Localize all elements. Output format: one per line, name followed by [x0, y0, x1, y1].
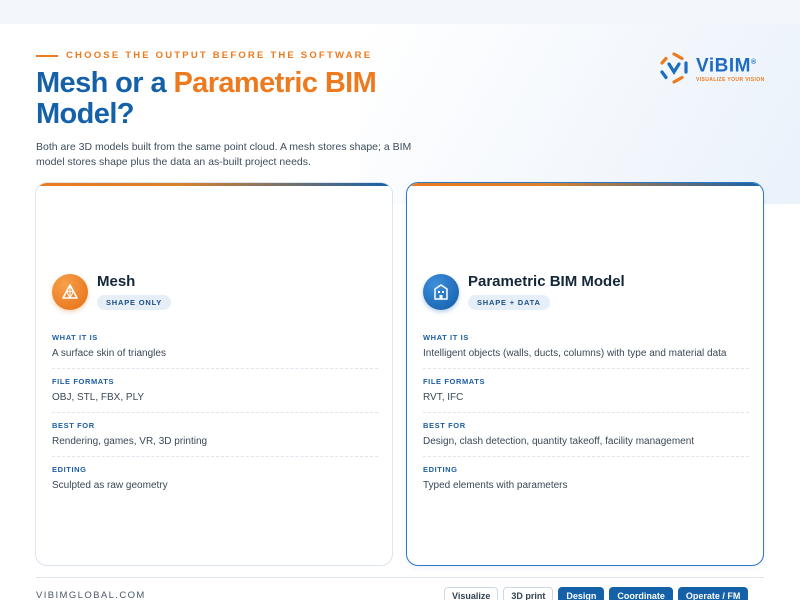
detail-value: OBJ, STL, FBX, PLY — [52, 392, 145, 403]
stage-tags: Visualize 3D print Design Coordinate Ope… — [444, 587, 749, 600]
detail-label: BEST FOR — [423, 421, 466, 430]
stage-tag-coordinate: Coordinate — [609, 587, 673, 600]
mesh-card-header: Mesh SHAPE ONLY — [52, 273, 172, 310]
title-part-mesh: Mesh or a — [36, 67, 174, 99]
stage-tag-design: Design — [558, 587, 605, 600]
detail-row: BEST FOR Rendering, games, VR, 3D printi… — [52, 413, 378, 457]
stage-tag-visualize: Visualize — [444, 587, 499, 600]
detail-label: WHAT IT IS — [52, 333, 98, 342]
vibim-hexagon-logo-icon — [660, 52, 688, 84]
bim-card: Parametric BIM Model SHAPE + DATA WHAT I… — [406, 182, 764, 566]
detail-label: BEST FOR — [52, 421, 95, 430]
detail-value: Sculpted as raw geometry — [52, 480, 168, 491]
logo-tagline: VISUALIZE YOUR VISION — [696, 76, 765, 83]
intro-text: Both are 3D models built from the same p… — [36, 141, 412, 168]
title-part-model: Model? — [36, 98, 134, 130]
logo-registered-mark: ® — [750, 59, 757, 67]
detail-label: FILE FORMATS — [52, 377, 115, 386]
mesh-card: Mesh SHAPE ONLY WHAT IT IS A surface ski… — [35, 182, 393, 566]
detail-value: Rendering, games, VR, 3D printing — [52, 436, 208, 447]
detail-label: EDITING — [423, 465, 458, 474]
detail-label: FILE FORMATS — [423, 377, 486, 386]
logo: ViBIM® VISUALIZE YOUR VISION — [656, 50, 765, 86]
logo-wordmark: ViBIM® — [696, 53, 765, 76]
detail-label: WHAT IT IS — [423, 333, 469, 342]
detail-value: Design, clash detection, quantity takeof… — [423, 436, 695, 447]
stage-tag-operate-fm: Operate / FM — [677, 587, 749, 600]
detail-row: FILE FORMATS OBJ, STL, FBX, PLY — [52, 369, 378, 413]
bim-badge: SHAPE + DATA — [468, 295, 550, 310]
detail-row: BEST FOR Design, clash detection, quanti… — [423, 413, 749, 457]
kicker-line — [36, 54, 58, 57]
footer-divider — [36, 577, 764, 578]
page-title: Mesh or a Parametric BIM Model? — [36, 68, 456, 130]
bim-card-header: Parametric BIM Model SHAPE + DATA — [423, 273, 625, 310]
footer-brand: VIBIMGLOBAL.COM — [36, 590, 146, 600]
kicker-text: CHOOSE THE OUTPUT BEFORE THE SOFTWARE — [66, 50, 373, 61]
card-accent-bar — [407, 183, 763, 186]
detail-value: Intelligent objects (walls, ducts, colum… — [423, 348, 727, 359]
detail-row: FILE FORMATS RVT, IFC — [423, 369, 749, 413]
bim-card-title: Parametric BIM Model — [468, 273, 625, 290]
detail-label: EDITING — [52, 465, 87, 474]
card-accent-bar — [36, 183, 392, 186]
title-part-bim: Parametric BIM — [173, 67, 377, 99]
mesh-triangle-icon — [52, 273, 88, 310]
detail-value: A surface skin of triangles — [52, 348, 166, 359]
kicker: CHOOSE THE OUTPUT BEFORE THE SOFTWARE — [36, 50, 372, 61]
detail-row: EDITING Sculpted as raw geometry — [52, 457, 378, 500]
mesh-badge: SHAPE ONLY — [97, 295, 172, 310]
bim-details: WHAT IT IS Intelligent objects (walls, d… — [423, 325, 749, 500]
mesh-card-title: Mesh — [97, 273, 136, 290]
detail-row: EDITING Typed elements with parameters — [423, 457, 749, 500]
stage-tag-3d-print: 3D print — [503, 587, 554, 600]
detail-value: Typed elements with parameters — [423, 480, 568, 491]
building-icon — [423, 273, 459, 310]
detail-row: WHAT IT IS A surface skin of triangles — [52, 325, 378, 369]
logo-word: ViBIM — [696, 55, 751, 77]
detail-row: WHAT IT IS Intelligent objects (walls, d… — [423, 325, 749, 369]
detail-value: RVT, IFC — [423, 392, 464, 403]
mesh-details: WHAT IT IS A surface skin of triangles F… — [52, 325, 378, 500]
top-band — [0, 0, 800, 24]
